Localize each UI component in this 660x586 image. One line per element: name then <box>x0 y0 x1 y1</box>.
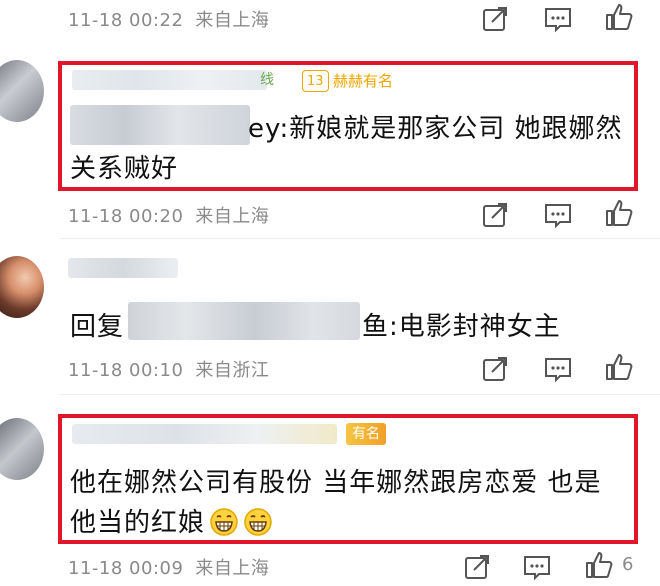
reply-name-fragment: 鱼: <box>362 312 399 342</box>
reply-prefix: 回复 <box>70 312 125 342</box>
comment-text-line2: 他当的红娘 <box>70 508 206 538</box>
like-icon[interactable] <box>604 352 634 382</box>
reply-name-fragment: ey: <box>248 114 290 144</box>
blurred-username <box>68 258 178 278</box>
comment-meta-row: 11-18 00:20 来自上海 <box>0 198 660 230</box>
like-icon[interactable] <box>604 2 634 32</box>
username-fragment: 线 <box>260 72 274 88</box>
repost-icon[interactable] <box>480 200 510 230</box>
comment-location: 来自浙江 <box>195 360 270 381</box>
avatar[interactable] <box>0 256 44 318</box>
comment-text-line2: 关系贼好 <box>70 154 179 184</box>
like-count: 6 <box>622 554 634 575</box>
comment-time: 11-18 00:10 <box>68 360 184 381</box>
grin-emoji-icon <box>209 507 239 537</box>
fan-badge-text: 赫赫有名 <box>333 72 394 90</box>
comment-time: 11-18 00:20 <box>68 206 184 227</box>
comment-icon[interactable] <box>543 200 573 230</box>
comment-time: 11-18 00:22 <box>68 10 184 31</box>
divider <box>60 238 660 239</box>
comment-meta-row: 11-18 00:22 来自上海 <box>0 2 660 34</box>
repost-icon[interactable] <box>462 552 492 582</box>
blurred-reply-target <box>70 105 250 145</box>
fan-badge: 有名 <box>346 423 386 445</box>
comment-meta-row: 11-18 00:10 来自浙江 <box>0 352 660 384</box>
divider <box>60 394 660 395</box>
comment-icon[interactable] <box>543 354 573 384</box>
level-badge: 13 <box>302 70 329 92</box>
blurred-username <box>72 424 337 444</box>
comment-text: 电影封神女主 <box>398 312 561 342</box>
like-icon[interactable] <box>604 198 634 228</box>
avatar[interactable] <box>0 418 44 480</box>
comment-location: 来自上海 <box>195 558 270 579</box>
like-icon[interactable] <box>584 550 614 580</box>
repost-icon[interactable] <box>480 354 510 384</box>
comment-icon[interactable] <box>522 552 552 582</box>
comment-text: 他在娜然公司有股份 当年娜然跟房恋爱 也是 <box>70 468 602 498</box>
avatar[interactable] <box>0 60 44 122</box>
comment-text: 新娘就是那家公司 她跟娜然 <box>289 114 623 144</box>
comment-location: 来自上海 <box>195 206 270 227</box>
comment-meta-row: 11-18 00:09 来自上海 6 <box>0 550 660 582</box>
blurred-reply-target <box>128 302 360 340</box>
comment-location: 来自上海 <box>195 10 270 31</box>
comment-time: 11-18 00:09 <box>68 558 184 579</box>
repost-icon[interactable] <box>480 4 510 34</box>
blurred-username <box>72 70 267 90</box>
comment-icon[interactable] <box>543 4 573 34</box>
grin-emoji-icon <box>243 507 273 537</box>
